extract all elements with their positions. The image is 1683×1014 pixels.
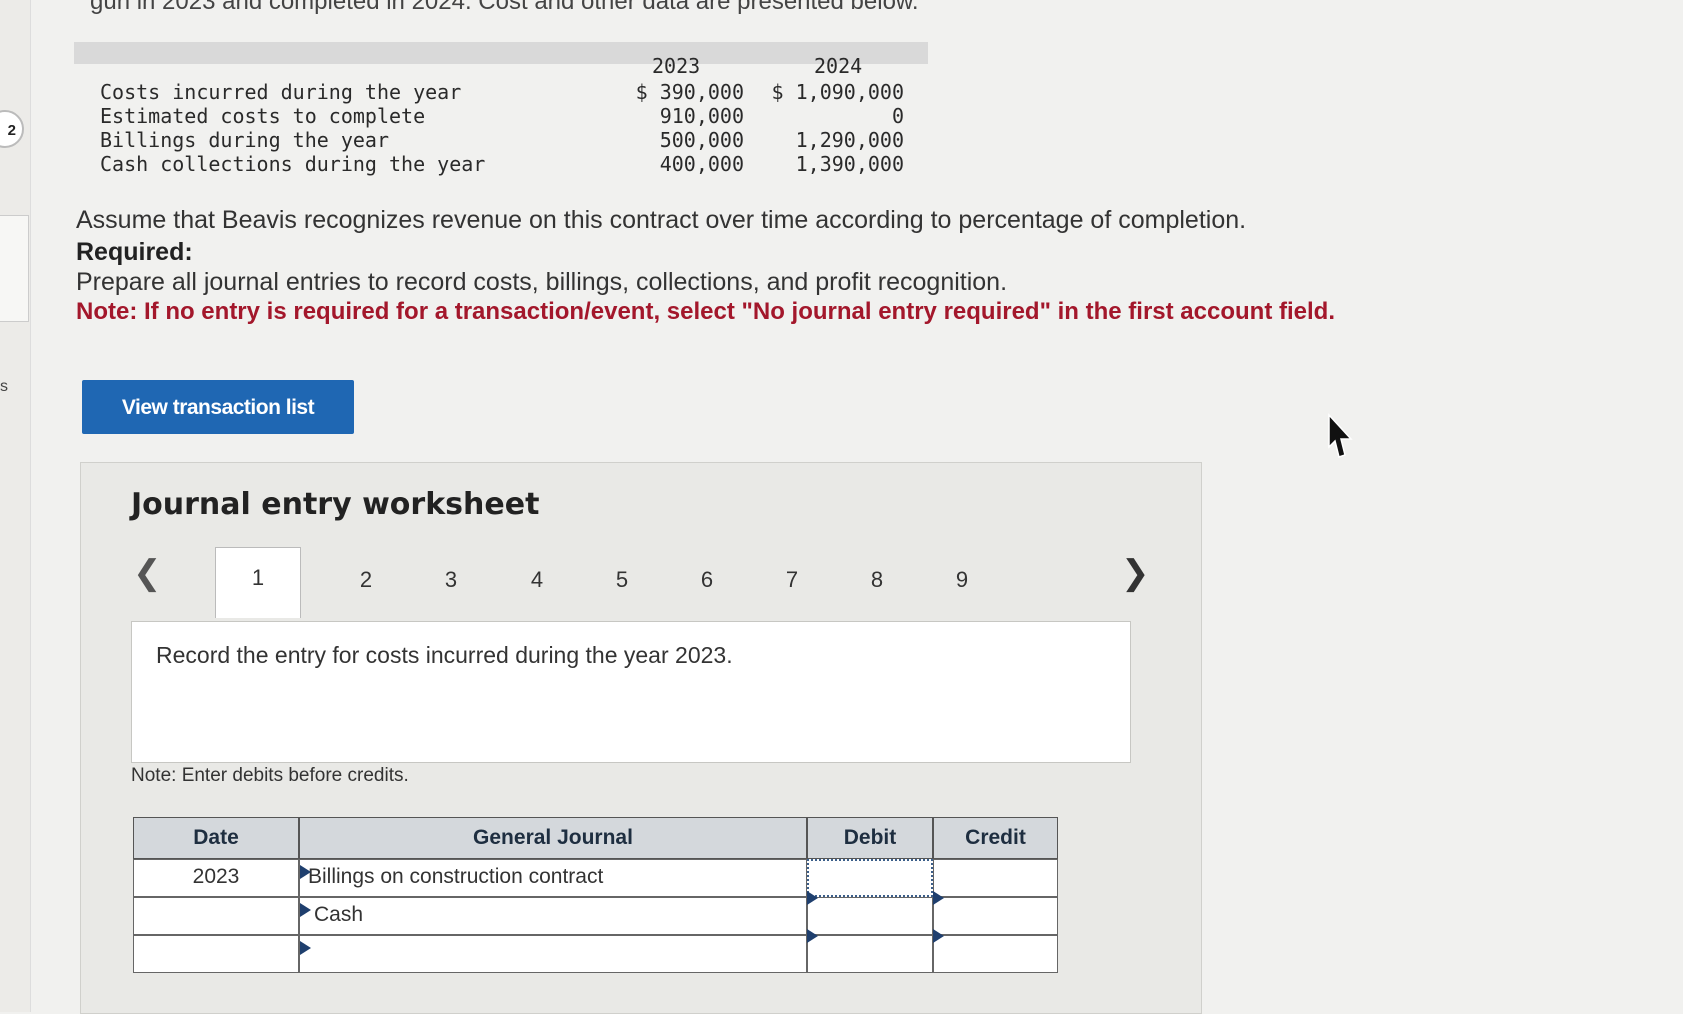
prepare-instruction: Prepare all journal entries to record co… (76, 268, 1008, 296)
view-transaction-list-button[interactable]: View transaction list (82, 380, 354, 434)
row-label: Billings during the year (100, 128, 389, 152)
year-header-2024: 2024 (814, 54, 863, 78)
debit-column-header: Debit (807, 817, 933, 859)
tab-8[interactable]: 8 (857, 567, 897, 593)
worksheet-title: Journal entry worksheet (131, 487, 540, 522)
entry-instruction-text: Record the entry for costs incurred duri… (156, 642, 733, 668)
entry-instruction-box: Record the entry for costs incurred duri… (131, 621, 1131, 763)
date-column-header: Date (133, 817, 299, 859)
row-marker-icon (933, 929, 944, 943)
row-label: Estimated costs to complete (100, 104, 426, 128)
tab-2[interactable]: 2 (346, 567, 386, 593)
tab-6[interactable]: 6 (687, 567, 727, 593)
date-cell[interactable]: 2023 (133, 859, 299, 897)
value-2024: 1,290,000 (795, 128, 904, 152)
account-select[interactable] (299, 935, 807, 973)
problem-intro-text: gun in 2023 and completed in 2024. Cost … (90, 0, 919, 15)
tab-1[interactable]: 1 (215, 547, 301, 618)
debit-input[interactable] (807, 935, 933, 973)
credit-input[interactable] (933, 935, 1058, 973)
date-cell[interactable] (133, 897, 299, 935)
no-entry-note: Note: If no entry is required for a tran… (76, 298, 1335, 325)
account-select[interactable]: Billings on construction contract (299, 859, 807, 897)
tab-4[interactable]: 4 (517, 567, 557, 593)
table-header-bar (74, 42, 928, 64)
row-label: Costs incurred during the year (100, 80, 462, 104)
row-marker-icon (300, 903, 311, 917)
credit-column-header: Credit (933, 817, 1058, 859)
row-marker-icon (807, 891, 818, 905)
credit-input[interactable] (933, 897, 1058, 935)
debit-input[interactable] (807, 859, 933, 897)
tab-3[interactable]: 3 (431, 567, 471, 593)
value-2023: 910,000 (659, 104, 744, 128)
row-marker-icon (300, 865, 311, 879)
row-marker-icon (933, 891, 944, 905)
credit-input[interactable] (933, 859, 1058, 897)
tab-7[interactable]: 7 (772, 567, 812, 593)
left-nav-strip (0, 0, 31, 1012)
journal-column-header: General Journal (299, 817, 807, 859)
cost-data-table: 2023 2024 Costs incurred during the year… (74, 42, 928, 182)
journal-entry-worksheet: Journal entry worksheet ❮ 1 2 3 4 5 6 7 … (80, 462, 1202, 1014)
side-letter: s (0, 378, 8, 395)
row-label: Cash collections during the year (100, 152, 486, 176)
value-2024: $ 1,090,000 (771, 80, 904, 104)
side-panel-edge (0, 215, 29, 322)
value-2023: 500,000 (659, 128, 744, 152)
tab-9[interactable]: 9 (942, 567, 982, 593)
debit-input[interactable] (807, 897, 933, 935)
date-cell[interactable] (133, 935, 299, 973)
mouse-cursor-icon (1328, 413, 1353, 458)
value-2023: 400,000 (659, 152, 744, 176)
row-marker-icon (807, 929, 818, 943)
assumption-text: Assume that Beavis recognizes revenue on… (76, 206, 1247, 234)
required-heading: Required: (76, 238, 193, 266)
account-select[interactable]: Cash (299, 897, 807, 935)
year-header-2023: 2023 (652, 54, 701, 78)
chevron-right-icon[interactable]: ❯ (1121, 553, 1150, 593)
value-2024: 1,390,000 (795, 152, 904, 176)
row-marker-icon (300, 941, 311, 955)
debits-credits-note: Note: Enter debits before credits. (131, 765, 409, 786)
chevron-left-icon[interactable]: ❮ (133, 553, 162, 593)
value-2024: 0 (891, 104, 904, 128)
general-journal-table: Date General Journal Debit Credit 2023 B… (133, 817, 1058, 1013)
value-2023: $ 390,000 (635, 80, 744, 104)
tab-5[interactable]: 5 (602, 567, 642, 593)
